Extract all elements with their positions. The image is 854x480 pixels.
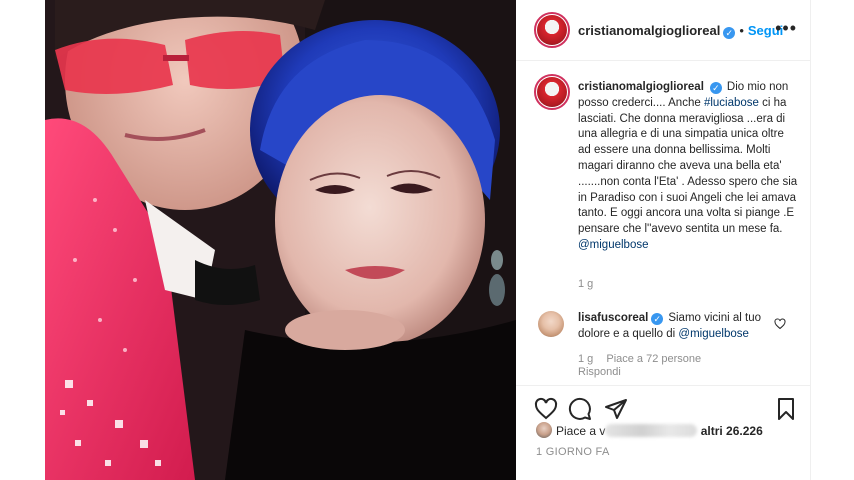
- comment-mention-link[interactable]: @miguelbose: [678, 328, 749, 340]
- more-options-icon[interactable]: •••: [775, 18, 797, 39]
- author-avatar[interactable]: [537, 15, 567, 45]
- header-author-line: cristianomalgioglioreal ✓ • Segui: [578, 22, 783, 40]
- dot-separator: •: [739, 23, 744, 38]
- post-photo-image: [45, 0, 516, 480]
- post-caption: cristianomalgioglioreal ✓ Dio mio non poss…: [578, 80, 798, 254]
- commenter-verified-badge-icon: ✓: [651, 313, 664, 325]
- comment-meta-row: 1 g Piace a 72 persone: [578, 353, 701, 365]
- post-header: cristianomalgioglioreal ✓ • Segui •••: [516, 0, 811, 61]
- caption-timestamp[interactable]: 1 g: [578, 278, 593, 290]
- post-side-panel: cristianomalgioglioreal ✓ • Segui ••• crist…: [516, 0, 811, 480]
- caption-text-part2: ci ha lasciati. Che donna meravigliosa .…: [578, 96, 798, 236]
- instagram-post-view: cristianomalgioglioreal ✓ • Segui ••• crist…: [0, 0, 854, 480]
- likes-summary[interactable]: Piace a v altri 26.226: [556, 424, 763, 438]
- comment-likes-count[interactable]: Piace a 72 persone: [606, 353, 701, 365]
- caption-author-username[interactable]: cristianomalgioglioreal: [578, 81, 704, 93]
- likes-suffix: altri 26.226: [697, 424, 763, 438]
- author-username[interactable]: cristianomalgioglioreal: [578, 23, 720, 38]
- redacted-username: [605, 424, 698, 437]
- likes-prefix: Piace a v: [556, 424, 606, 438]
- comment-reply-button[interactable]: Rispondi: [578, 366, 621, 378]
- verified-badge-icon: ✓: [723, 27, 736, 39]
- comment-item: lisafuscoreal ✓ Siamo vicini al tuo dolore…: [578, 310, 778, 342]
- post-photo[interactable]: [45, 0, 516, 480]
- caption-verified-badge-icon: ✓: [709, 82, 722, 94]
- heart-icon[interactable]: [534, 397, 558, 421]
- comment-like-heart-icon[interactable]: [774, 318, 786, 330]
- caption-hashtag-link[interactable]: #luciabose: [704, 97, 759, 109]
- caption-mention-link[interactable]: @miguelbose: [578, 239, 649, 251]
- commenter-avatar[interactable]: [538, 311, 564, 337]
- comment-timestamp[interactable]: 1 g: [578, 353, 593, 365]
- bookmark-icon[interactable]: [774, 397, 798, 421]
- post-date[interactable]: 1 GIORNO FA: [536, 446, 610, 458]
- comment-icon[interactable]: [568, 397, 592, 421]
- commenter-username[interactable]: lisafuscoreal: [578, 312, 648, 324]
- liker-avatar[interactable]: [536, 422, 552, 438]
- caption-author-avatar[interactable]: [537, 77, 567, 107]
- share-icon[interactable]: [604, 397, 628, 421]
